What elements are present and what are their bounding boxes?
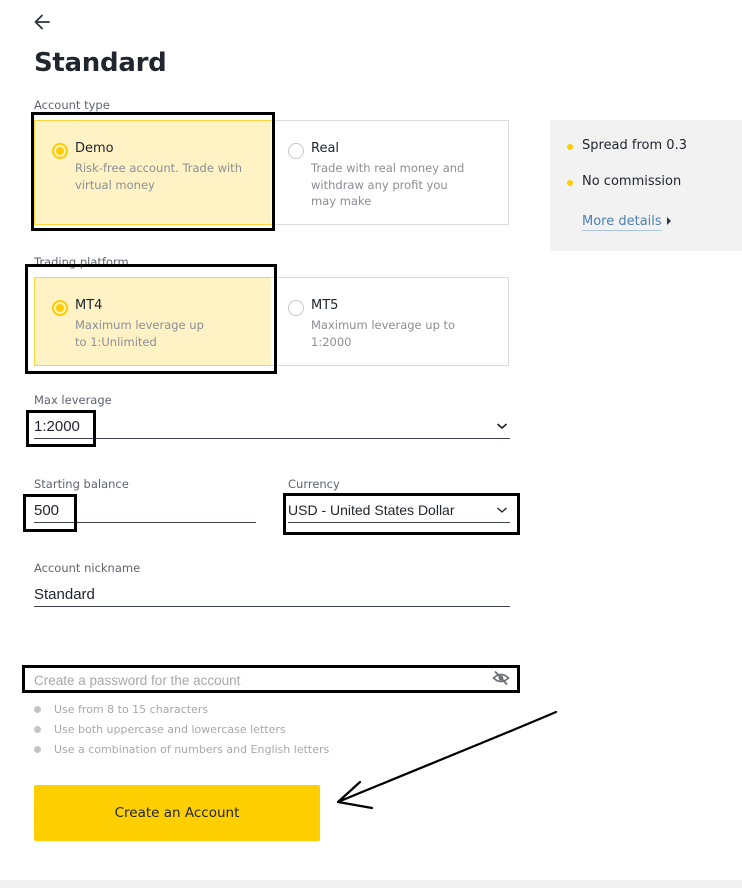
currency-value: USD - United States Dollar — [288, 502, 455, 518]
starting-balance-label: Starting balance — [34, 477, 129, 491]
spread-info: Spread from 0.3 — [567, 138, 742, 153]
currency-select[interactable]: USD - United States Dollar — [288, 500, 510, 523]
starting-balance-input[interactable]: 500 — [34, 500, 256, 523]
account-info-panel: Spread from 0.3 No commission More detai… — [550, 120, 742, 251]
chevron-down-icon — [497, 507, 507, 513]
arrow-left-icon — [34, 14, 50, 30]
option-title: Real — [311, 141, 340, 156]
max-leverage-select[interactable]: 1:2000 — [34, 416, 510, 439]
more-details-link[interactable]: More details — [567, 214, 671, 231]
password-rule: Use both uppercase and lowercase letters — [34, 723, 329, 743]
footer-bar — [0, 880, 742, 888]
option-description: Maximum leverage up to 1:2000 — [311, 318, 456, 349]
password-input[interactable] — [34, 673, 474, 688]
radio-selected-icon[interactable] — [52, 143, 68, 159]
option-description: Risk-free account. Trade with virtual mo… — [75, 161, 242, 192]
radio-selected-icon[interactable] — [52, 300, 68, 316]
starting-balance-value: 500 — [34, 502, 60, 519]
trading-platform-label: Trading platform — [34, 255, 129, 269]
nickname-input[interactable]: Standard — [34, 584, 510, 607]
currency-label: Currency — [288, 477, 340, 491]
max-leverage-value: 1:2000 — [34, 418, 80, 435]
eye-off-icon[interactable] — [492, 670, 510, 686]
create-account-button[interactable]: Create an Account — [34, 785, 320, 841]
caret-right-icon — [666, 217, 671, 225]
account-type-demo-option[interactable]: Demo Risk-free account. Trade with virtu… — [34, 120, 272, 225]
radio-unselected-icon[interactable] — [288, 300, 304, 316]
password-rules: Use from 8 to 15 characters Use both upp… — [34, 703, 329, 763]
option-title: Demo — [75, 141, 114, 156]
option-description: Trade with real money and withdraw any p… — [311, 161, 465, 208]
back-button[interactable] — [33, 12, 53, 32]
option-title: MT4 — [75, 298, 103, 313]
password-rule: Use a combination of numbers and English… — [34, 743, 329, 763]
password-rule: Use from 8 to 15 characters — [34, 703, 329, 723]
platform-mt4-option[interactable]: MT4 Maximum leverage up to 1:Unlimited — [34, 277, 272, 366]
option-title: MT5 — [311, 298, 339, 313]
nickname-label: Account nickname — [34, 561, 141, 575]
page-title: Standard — [34, 48, 167, 78]
account-type-real-option[interactable]: Real Trade with real money and withdraw … — [271, 120, 509, 225]
account-type-label: Account type — [34, 98, 110, 112]
radio-unselected-icon[interactable] — [288, 143, 304, 159]
max-leverage-label: Max leverage — [34, 393, 112, 407]
commission-info: No commission — [567, 174, 742, 189]
nickname-value: Standard — [34, 586, 95, 603]
chevron-down-icon — [496, 423, 508, 430]
platform-mt5-option[interactable]: MT5 Maximum leverage up to 1:2000 — [271, 277, 509, 366]
password-field[interactable] — [34, 670, 510, 691]
option-description: Maximum leverage up to 1:Unlimited — [75, 318, 204, 349]
annotation-arrow-icon — [336, 710, 558, 810]
